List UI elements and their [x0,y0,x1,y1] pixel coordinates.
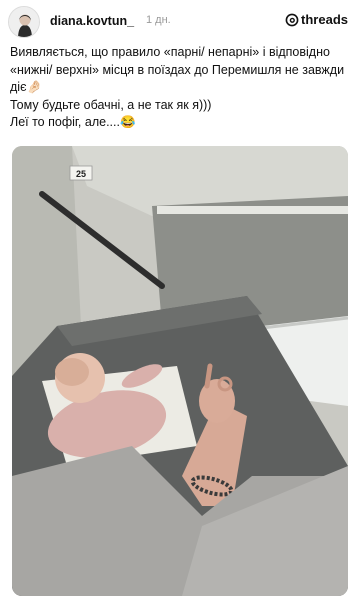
threads-brand: threads [285,12,348,27]
author-avatar[interactable] [8,6,40,38]
brand-name: threads [301,12,348,27]
author-username[interactable]: diana.kovtun_ [50,14,134,28]
caption-line: Леї то пофіг, але....😂 [10,115,136,129]
berth-number: 25 [76,169,86,179]
train-berth-photo: 25 [12,146,348,596]
threads-logo-icon [285,13,299,26]
profile-avatar-icon [9,7,39,37]
post-caption: Виявляється, що правило «парні/ непарні»… [10,44,348,132]
post-photo[interactable]: 25 [12,146,348,596]
post-timestamp: 1 дн. [146,14,171,26]
caption-line: Виявляється, що правило «парні/ непарні»… [10,45,345,94]
post-header: diana.kovtun_ 1 дн. threads [8,6,350,38]
threads-post: diana.kovtun_ 1 дн. threads Виявляється,… [0,0,358,600]
caption-line: Тому будьте обачні, а не так як я))) [10,97,212,112]
